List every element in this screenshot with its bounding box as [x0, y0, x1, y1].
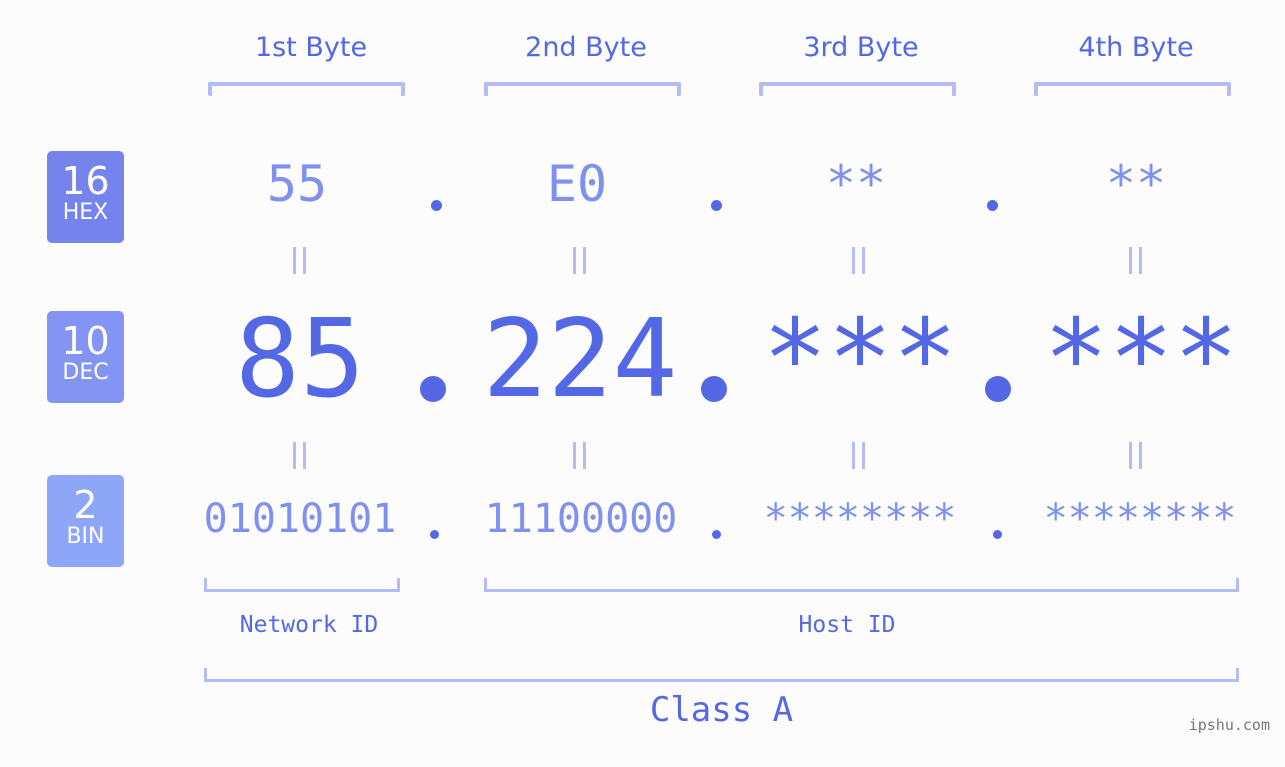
bin-badge-number: 2 — [73, 483, 98, 527]
hex-badge: 16 HEX — [47, 151, 124, 243]
watermark: ipshu.com — [1188, 716, 1270, 734]
bin-value-1: 01010101 — [203, 496, 397, 542]
equals-dec-bin-3 — [852, 442, 866, 469]
bin-value-3: ******** — [763, 496, 957, 542]
dec-badge-number: 10 — [61, 319, 110, 363]
byte-bracket-1 — [208, 82, 405, 96]
class-label: Class A — [649, 690, 794, 730]
network-id-label: Network ID — [239, 612, 379, 638]
hex-separator-dot-3 — [987, 200, 998, 211]
bin-value-4: ******** — [1043, 496, 1237, 542]
host-id-label: Host ID — [798, 612, 896, 638]
bin-value-2: 11100000 — [484, 496, 678, 542]
byte-bracket-3 — [759, 82, 956, 96]
byte-bracket-4 — [1034, 82, 1231, 96]
dec-separator-dot-3 — [985, 376, 1011, 402]
hex-value-2: E0 — [546, 155, 608, 213]
hex-separator-dot-2 — [711, 200, 722, 211]
equals-dec-bin-2 — [573, 442, 587, 469]
network-id-bracket — [204, 578, 400, 592]
equals-dec-bin-1 — [293, 442, 307, 469]
equals-dec-bin-4 — [1129, 442, 1143, 469]
dec-separator-dot-2 — [701, 376, 727, 402]
hex-separator-dot-1 — [431, 200, 442, 211]
dec-value-3: *** — [762, 297, 958, 422]
bin-separator-dot-3 — [993, 530, 1002, 539]
byte-label-2: 2nd Byte — [525, 32, 647, 63]
byte-label-1: 1st Byte — [254, 32, 368, 63]
bin-badge-label: BIN — [66, 524, 105, 549]
bin-separator-dot-2 — [712, 530, 721, 539]
hex-badge-number: 16 — [61, 159, 110, 203]
equals-hex-dec-3 — [852, 247, 866, 274]
dec-value-1: 85 — [234, 297, 366, 422]
byte-label-4: 4th Byte — [1078, 32, 1194, 63]
dec-value-2: 224 — [482, 297, 678, 422]
bin-badge: 2 BIN — [47, 475, 124, 567]
hex-value-3: ** — [825, 155, 887, 213]
dec-value-4: *** — [1043, 297, 1239, 422]
dec-separator-dot-1 — [420, 376, 446, 402]
byte-label-3: 3rd Byte — [803, 32, 919, 63]
equals-hex-dec-2 — [573, 247, 587, 274]
hex-badge-label: HEX — [62, 200, 109, 225]
byte-bracket-2 — [484, 82, 681, 96]
class-bracket — [204, 668, 1239, 682]
equals-hex-dec-1 — [293, 247, 307, 274]
equals-hex-dec-4 — [1129, 247, 1143, 274]
host-id-bracket — [484, 578, 1239, 592]
dec-badge-label: DEC — [62, 360, 109, 385]
bin-separator-dot-1 — [430, 530, 439, 539]
hex-value-4: ** — [1105, 155, 1167, 213]
hex-value-1: 55 — [266, 155, 328, 213]
dec-badge: 10 DEC — [47, 311, 124, 403]
